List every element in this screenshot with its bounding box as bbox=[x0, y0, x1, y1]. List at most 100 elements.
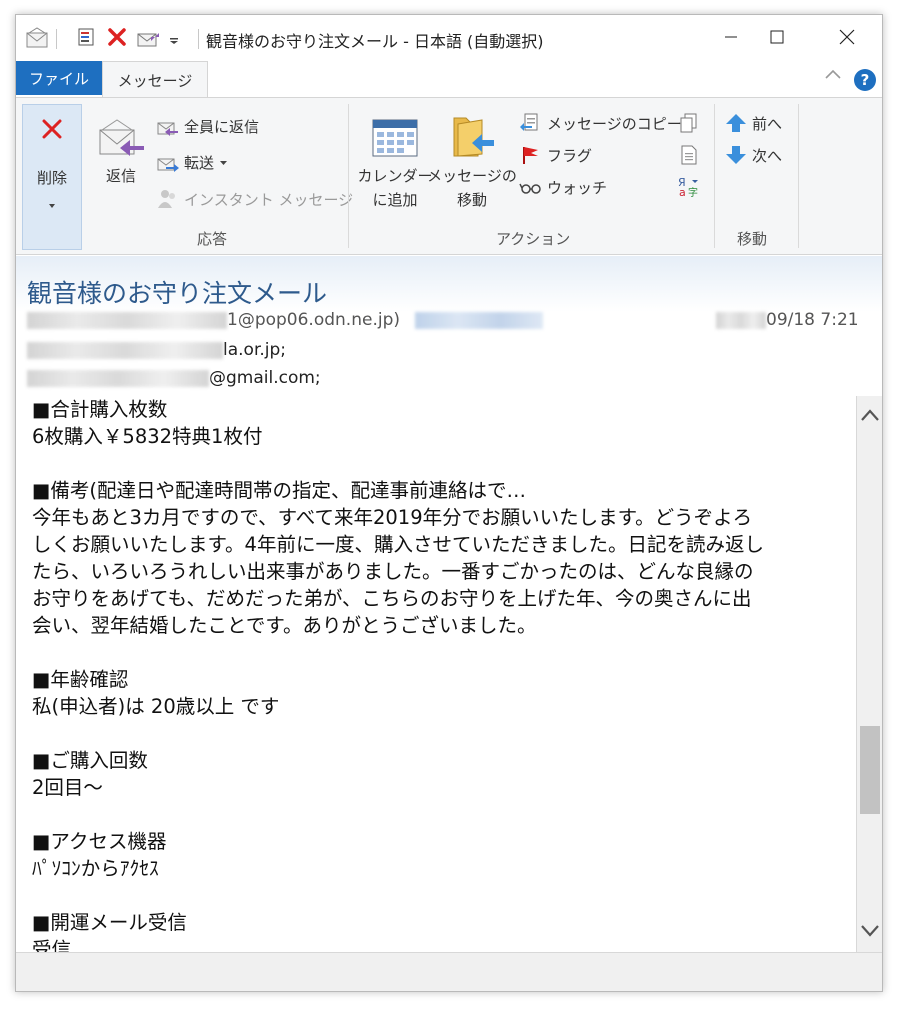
arrow-down-icon bbox=[726, 146, 746, 164]
copy-message-icon bbox=[520, 113, 538, 131]
collapse-ribbon-icon[interactable] bbox=[824, 67, 842, 85]
body-line: 受信 bbox=[32, 938, 72, 952]
next-label: 次へ bbox=[752, 146, 783, 165]
reply-button[interactable]: 返信 bbox=[88, 106, 154, 188]
maximize-icon bbox=[770, 30, 784, 44]
instant-message-label: インスタント メッセージ bbox=[184, 190, 354, 209]
instant-message-button[interactable]: インスタント メッセージ bbox=[156, 188, 353, 210]
svg-text:字: 字 bbox=[688, 186, 698, 198]
group-label-respond: 応答 bbox=[197, 230, 228, 248]
redacted-recipient-name bbox=[415, 311, 544, 329]
body-line: しくお願いいたします。4年前に一度、購入させていただきました。日記を読み返し bbox=[32, 533, 764, 556]
glasses-icon bbox=[519, 183, 541, 194]
body-line: ■ご購入回数 bbox=[32, 749, 148, 772]
message-body-text: ■合計購入枚数 6枚購入￥5832特典1枚付 ■備考(配達日や配達時間帯の指定、配… bbox=[32, 396, 852, 952]
customize-quick-access-icon[interactable] bbox=[168, 29, 180, 49]
copy-message-button[interactable]: メッセージのコピー bbox=[519, 112, 682, 134]
forward-label: 転送 bbox=[184, 154, 215, 172]
message-header: 観音様のお守り注文メール 1@pop06.odn.ne.jp) 09/18 7:… bbox=[16, 256, 882, 396]
delete-button[interactable]: 削除 bbox=[22, 104, 82, 250]
minimize-icon bbox=[725, 36, 737, 38]
copy-message-label: メッセージのコピー bbox=[547, 114, 682, 133]
close-icon bbox=[839, 29, 855, 45]
body-line bbox=[32, 450, 852, 477]
group-separator-3 bbox=[798, 104, 799, 248]
body-line: ﾊﾟｿｺﾝからｱｸｾｽ bbox=[32, 857, 159, 880]
to-address: la.or.jp; bbox=[223, 340, 287, 360]
body-line bbox=[32, 639, 852, 666]
move-message-button[interactable]: メッセージの 移動 bbox=[426, 106, 518, 212]
add-to-calendar-button[interactable]: カレンダー に追加 bbox=[356, 106, 434, 212]
body-line: 私(申込者)は 20歳以上 です bbox=[32, 695, 280, 718]
delete-icon bbox=[40, 117, 64, 145]
cc-line[interactable]: @gmail.com; bbox=[27, 368, 321, 388]
delete-dropdown-icon bbox=[47, 195, 57, 214]
scrollbar-thumb[interactable] bbox=[860, 726, 880, 814]
redacted-sender bbox=[27, 311, 227, 329]
sender-line[interactable]: 1@pop06.odn.ne.jp) bbox=[27, 310, 544, 330]
help-icon[interactable]: ? bbox=[854, 69, 876, 91]
redacted-to bbox=[27, 341, 223, 359]
calendar-label-2: に追加 bbox=[372, 191, 418, 209]
translate-icon[interactable]: Яa字 bbox=[676, 174, 702, 202]
body-line: ■年齢確認 bbox=[32, 668, 129, 691]
group-label-actions: アクション bbox=[496, 230, 571, 248]
body-line: ■アクセス機器 bbox=[32, 830, 167, 853]
calendar-icon bbox=[356, 106, 434, 160]
body-line bbox=[32, 801, 852, 828]
vertical-scrollbar[interactable] bbox=[856, 396, 882, 952]
group-label-move: 移動 bbox=[737, 230, 768, 248]
message-body[interactable]: ■合計購入枚数 6枚購入￥5832特典1枚付 ■備考(配達日や配達時間帯の指定、配… bbox=[16, 396, 856, 952]
watch-label: ウォッチ bbox=[547, 178, 608, 197]
move-label-1: メッセージの bbox=[427, 167, 517, 185]
next-button[interactable]: 次へ bbox=[724, 144, 782, 166]
sender-address: 1@pop06.odn.ne.jp) bbox=[227, 310, 400, 330]
redacted-date-prefix bbox=[716, 311, 766, 329]
body-line bbox=[32, 720, 852, 747]
group-separator bbox=[348, 104, 349, 248]
scroll-up-button[interactable] bbox=[857, 400, 882, 430]
copy-icon[interactable] bbox=[678, 112, 700, 138]
minimize-button[interactable] bbox=[708, 15, 754, 59]
previous-button[interactable]: 前へ bbox=[724, 112, 782, 134]
delete-quick-icon[interactable] bbox=[107, 27, 127, 51]
mail-window: 観音様のお守り注文メール - 日本語 (自動選択) ファイル メッセージ ? 削… bbox=[15, 14, 883, 992]
flag-icon bbox=[523, 147, 538, 164]
arrow-up-icon bbox=[726, 114, 746, 132]
body-line: 会い、翌年結婚したことです。ありがとうございました。 bbox=[32, 614, 537, 637]
body-line: 6枚購入￥5832特典1枚付 bbox=[32, 425, 263, 448]
contact-icon bbox=[158, 190, 175, 208]
flag-button[interactable]: フラグ bbox=[519, 144, 592, 166]
close-button[interactable] bbox=[824, 15, 870, 59]
to-line[interactable]: la.or.jp; bbox=[27, 340, 286, 360]
page-icon[interactable] bbox=[678, 144, 700, 170]
flag-label: フラグ bbox=[547, 146, 593, 165]
body-line: たら、いろいろうれしい出来事がありました。一番すごかったのは、どんな良縁の bbox=[32, 560, 754, 583]
body-line: ■開運メール受信 bbox=[32, 911, 187, 934]
redacted-cc bbox=[27, 369, 209, 387]
reply-all-button[interactable]: 全員に返信 bbox=[156, 116, 259, 137]
scroll-down-button[interactable] bbox=[857, 916, 882, 946]
reply-icon bbox=[88, 106, 154, 160]
tab-file[interactable]: ファイル bbox=[16, 61, 102, 95]
body-line: お守りをあげても、だめだった弟が、こちらのお守りを上げた年、今の奥さんに出 bbox=[32, 587, 752, 610]
print-icon[interactable] bbox=[76, 27, 96, 51]
move-label-2: 移動 bbox=[456, 191, 487, 209]
body-line: ■合計購入枚数 bbox=[32, 398, 168, 421]
body-line bbox=[32, 882, 852, 909]
ribbon: 削除 返信 全員に返信 転送 インスタント メッセージ 応答 カレンダー に追加… bbox=[16, 97, 882, 255]
svg-text:a: a bbox=[679, 186, 686, 198]
reply-all-label: 全員に返信 bbox=[184, 118, 260, 136]
reply-all-icon bbox=[157, 122, 178, 136]
maximize-button[interactable] bbox=[754, 15, 800, 59]
title-separator bbox=[56, 29, 57, 49]
forward-icon bbox=[157, 158, 179, 172]
body-line: 今年もあと3カ月ですので、すべて来年2019年分でお願いいたします。どうぞよろ bbox=[32, 506, 753, 529]
cc-address: @gmail.com; bbox=[209, 368, 321, 388]
tab-message[interactable]: メッセージ bbox=[102, 61, 208, 98]
send-receive-icon[interactable] bbox=[137, 27, 161, 53]
mail-app-icon bbox=[26, 27, 48, 53]
body-line: 2回目～ bbox=[32, 776, 103, 799]
forward-button[interactable]: 転送 bbox=[156, 152, 234, 173]
watch-button[interactable]: ウォッチ bbox=[519, 176, 607, 198]
